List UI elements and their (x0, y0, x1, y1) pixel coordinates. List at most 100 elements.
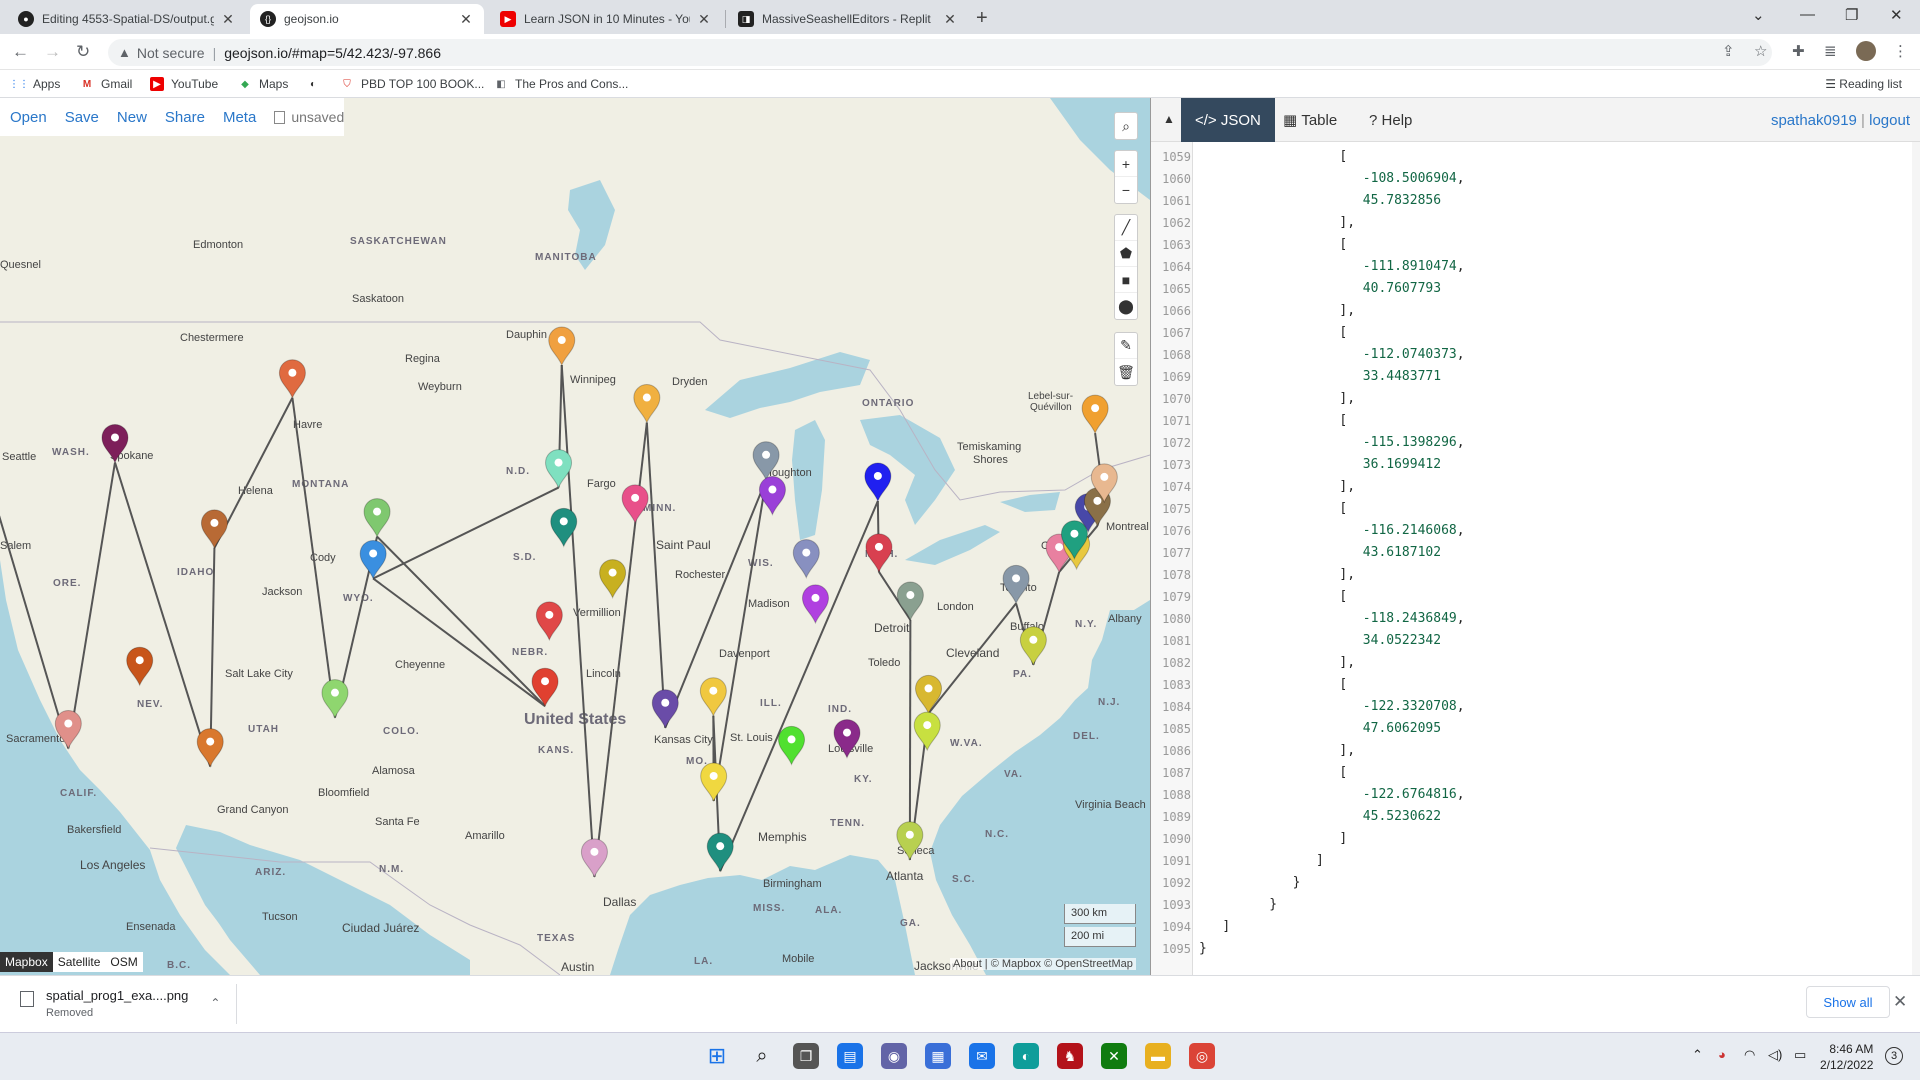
share-button[interactable]: Share (165, 109, 205, 126)
collapse-caret-icon[interactable]: ▲ (1163, 112, 1175, 126)
close-icon[interactable]: ✕ (458, 11, 474, 28)
minimize-button[interactable]: — (1800, 6, 1815, 23)
code-line[interactable]: 1086], (1151, 740, 1920, 762)
map-attribution[interactable]: About | © Mapbox © OpenStreetMap (950, 958, 1136, 970)
draw-polygon-icon[interactable]: ⬟ (1115, 241, 1137, 267)
xbox-icon[interactable]: ✕ (1101, 1043, 1127, 1069)
code-line[interactable]: 1070], (1151, 388, 1920, 410)
code-line[interactable]: 1080 -118.2436849, (1151, 608, 1920, 630)
bookmark-pros-cons[interactable]: ◧ The Pros and Cons... (494, 77, 628, 91)
share-icon[interactable]: ⇪ (1722, 42, 1735, 60)
battery-icon[interactable]: ▭ (1794, 1047, 1806, 1063)
code-line[interactable]: 1082], (1151, 652, 1920, 674)
code-line[interactable]: 1074], (1151, 476, 1920, 498)
tab-table[interactable]: ▦ Table (1269, 98, 1351, 142)
bookmark-pbd[interactable]: ⛉ PBD TOP 100 BOOK... (340, 77, 484, 91)
search-icon[interactable]: ⌕ (749, 1043, 775, 1069)
tab-search-icon[interactable]: ⌄ (1752, 6, 1765, 24)
zoom-out-button[interactable]: − (1115, 177, 1137, 203)
code-line[interactable]: 1088 -122.6764816, (1151, 784, 1920, 806)
bookmark-apps[interactable]: ⋮⋮ Apps (9, 77, 60, 91)
zoom-control[interactable]: + − (1114, 150, 1138, 204)
system-clock[interactable]: 8:46 AM 2/12/2022 (1820, 1041, 1873, 1073)
code-line[interactable]: 1061 45.7832856 (1151, 190, 1920, 212)
code-line[interactable]: 1060 -108.5006904, (1151, 168, 1920, 190)
code-line[interactable]: 1072 -115.1398296, (1151, 432, 1920, 454)
layer-osm[interactable]: OSM (105, 952, 143, 972)
edge-icon[interactable]: ◐ (1013, 1043, 1039, 1069)
tray-chevron-icon[interactable]: ⌃ (1692, 1047, 1703, 1063)
bookmark-star-icon[interactable]: ☆ (1754, 42, 1767, 60)
bookmark-maps[interactable]: ◆ Maps (238, 77, 288, 91)
code-line[interactable]: 1059 [ (1151, 146, 1920, 168)
layer-satellite[interactable]: Satellite (52, 952, 106, 972)
code-line[interactable]: 1079 [ (1151, 586, 1920, 608)
trash-icon[interactable]: 🗑 (1115, 359, 1137, 385)
store-icon[interactable]: ▦ (925, 1043, 951, 1069)
draw-rectangle-icon[interactable]: ■ (1115, 267, 1137, 293)
warning-icon[interactable]: ▲ (118, 45, 131, 60)
code-line[interactable]: 1071 [ (1151, 410, 1920, 432)
close-downloads-icon[interactable]: ✕ (1893, 992, 1907, 1012)
close-icon[interactable]: ✕ (220, 11, 236, 28)
draw-line-icon[interactable]: ╱ (1115, 215, 1137, 241)
code-line[interactable]: 1087 [ (1151, 762, 1920, 784)
draw-marker-icon[interactable]: ⬤ (1115, 293, 1137, 319)
window-close-button[interactable]: ✕ (1890, 6, 1903, 24)
save-button[interactable]: Save (65, 109, 99, 126)
volume-icon[interactable]: ◁) (1768, 1047, 1782, 1063)
tab-json[interactable]: </> JSON (1181, 98, 1275, 142)
security-status[interactable]: Not secure (137, 45, 205, 61)
new-button[interactable]: New (117, 109, 147, 126)
tab-help[interactable]: ? Help (1355, 98, 1426, 142)
code-line[interactable]: 1091] (1151, 850, 1920, 872)
code-line[interactable]: 1069 33.4483771 (1151, 366, 1920, 388)
tab-github[interactable]: ● Editing 4553-Spatial-DS/output.g ✕ (8, 4, 246, 34)
forward-button[interactable]: → (44, 42, 61, 62)
code-line[interactable]: 1077 43.6187102 (1151, 542, 1920, 564)
meta-button[interactable]: Meta (223, 109, 256, 126)
game-app-icon[interactable]: ♞ (1057, 1043, 1083, 1069)
code-line[interactable]: 1094] (1151, 916, 1920, 938)
edit-control[interactable]: ✎ 🗑 (1114, 332, 1138, 386)
code-line[interactable]: 1073 36.1699412 (1151, 454, 1920, 476)
json-editor[interactable]: 1059 [1060 -108.5006904, 1061 45.7832856 1062… (1151, 142, 1920, 975)
media-icon[interactable]: ≣ (1824, 42, 1837, 60)
layer-mapbox[interactable]: Mapbox (0, 952, 53, 972)
edit-icon[interactable]: ✎ (1115, 333, 1137, 359)
chevron-up-icon[interactable]: ⌃ (210, 996, 220, 1010)
code-line[interactable]: 1092} (1151, 872, 1920, 894)
code-line[interactable]: 1090] (1151, 828, 1920, 850)
tray-app-icon[interactable]: ◕ (1718, 1047, 1726, 1062)
draw-control[interactable]: ╱ ⬟ ■ ⬤ (1114, 214, 1138, 320)
menu-icon[interactable]: ⋮ (1893, 42, 1908, 60)
widgets-icon[interactable]: ▤ (837, 1043, 863, 1069)
code-line[interactable]: 1085 47.6062095 (1151, 718, 1920, 740)
bookmark-gmail[interactable]: M Gmail (80, 77, 133, 91)
username-link[interactable]: spathak0919 (1771, 112, 1857, 129)
url-text[interactable]: geojson.io/#map=5/42.423/-97.866 (224, 45, 441, 61)
open-button[interactable]: Open (10, 109, 47, 126)
tab-youtube[interactable]: ▶ Learn JSON in 10 Minutes - YouT ✕ (490, 4, 722, 34)
tab-replit[interactable]: ◨ MassiveSeashellEditors - Replit ✕ (728, 4, 968, 34)
mail-icon[interactable]: ✉ (969, 1043, 995, 1069)
code-line[interactable]: 1093} (1151, 894, 1920, 916)
tab-geojson[interactable]: {} geojson.io ✕ (250, 4, 484, 34)
logout-link[interactable]: logout (1869, 112, 1910, 129)
code-line[interactable]: 1068 -112.0740373, (1151, 344, 1920, 366)
windows-start-icon[interactable]: ⊞ (704, 1043, 730, 1069)
new-tab-button[interactable]: + (976, 7, 988, 30)
back-button[interactable]: ← (12, 42, 29, 62)
code-line[interactable]: 1089 45.5230622 (1151, 806, 1920, 828)
search-icon[interactable]: ⌕ (1115, 113, 1137, 139)
code-line[interactable]: 1078], (1151, 564, 1920, 586)
bookmark-youtube[interactable]: ▶ YouTube (150, 77, 218, 91)
code-line[interactable]: 1066], (1151, 300, 1920, 322)
code-line[interactable]: 1081 34.0522342 (1151, 630, 1920, 652)
extensions-icon[interactable]: ✚ (1792, 42, 1805, 60)
editor-scrollbar[interactable] (1912, 142, 1920, 975)
code-line[interactable]: 1075 [ (1151, 498, 1920, 520)
show-all-button[interactable]: Show all (1806, 986, 1890, 1018)
code-line[interactable]: 1062], (1151, 212, 1920, 234)
map-canvas[interactable]: SASKATCHEWAN MANITOBA ONTARIO Edmonton Chest… (0, 98, 1150, 975)
